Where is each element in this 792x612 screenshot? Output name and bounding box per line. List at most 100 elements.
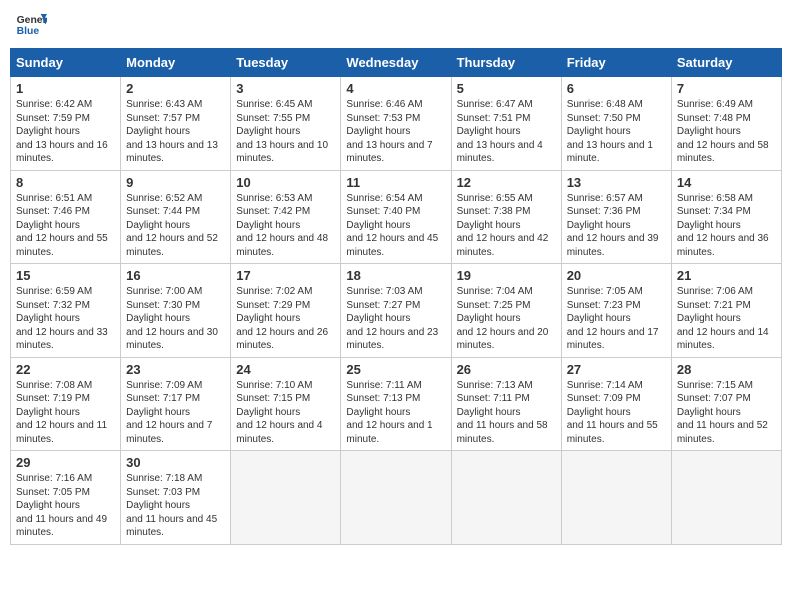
cell-info: Sunrise: 6:55 AMSunset: 7:38 PMDaylight … (457, 193, 549, 258)
col-header-friday: Friday (561, 49, 671, 77)
day-number: 15 (16, 268, 115, 283)
cell-info: Sunrise: 6:47 AMSunset: 7:51 PMDaylight … (457, 99, 543, 164)
day-number: 30 (126, 455, 225, 470)
cell-info: Sunrise: 7:15 AMSunset: 7:07 PMDaylight … (677, 380, 768, 445)
cell-info: Sunrise: 6:58 AMSunset: 7:34 PMDaylight … (677, 193, 769, 258)
cell-info: Sunrise: 7:14 AMSunset: 7:09 PMDaylight … (567, 380, 658, 445)
day-number: 29 (16, 455, 115, 470)
cell-info: Sunrise: 6:54 AMSunset: 7:40 PMDaylight … (346, 193, 438, 258)
cell-info: Sunrise: 6:57 AMSunset: 7:36 PMDaylight … (567, 193, 659, 258)
day-number: 25 (346, 362, 445, 377)
day-number: 13 (567, 175, 666, 190)
cell-info: Sunrise: 6:45 AMSunset: 7:55 PMDaylight … (236, 99, 328, 164)
cell-info: Sunrise: 7:03 AMSunset: 7:27 PMDaylight … (346, 286, 438, 351)
calendar-header-row: SundayMondayTuesdayWednesdayThursdayFrid… (11, 49, 782, 77)
cell-info: Sunrise: 6:53 AMSunset: 7:42 PMDaylight … (236, 193, 328, 258)
col-header-sunday: Sunday (11, 49, 121, 77)
calendar-body: 1 Sunrise: 6:42 AMSunset: 7:59 PMDaylight… (11, 77, 782, 545)
cell-info: Sunrise: 7:09 AMSunset: 7:17 PMDaylight … (126, 380, 212, 445)
day-number: 11 (346, 175, 445, 190)
cell-info: Sunrise: 7:11 AMSunset: 7:13 PMDaylight … (346, 380, 432, 445)
calendar-cell: 20Sunrise: 7:05 AMSunset: 7:23 PMDayligh… (561, 264, 671, 358)
calendar-cell: 18 Sunrise: 7:03 AMSunset: 7:27 PMDayligh… (341, 264, 451, 358)
day-number: 4 (346, 81, 445, 96)
calendar-cell: 27 Sunrise: 7:14 AMSunset: 7:09 PMDayligh… (561, 357, 671, 451)
logo: General Blue (15, 10, 47, 38)
cell-info: Sunrise: 7:13 AMSunset: 7:11 PMDaylight … (457, 380, 548, 445)
calendar-cell: 28 Sunrise: 7:15 AMSunset: 7:07 PMDayligh… (671, 357, 781, 451)
calendar-cell: 4 Sunrise: 6:46 AMSunset: 7:53 PMDaylight… (341, 77, 451, 171)
day-number: 23 (126, 362, 225, 377)
cell-info: Sunrise: 7:02 AMSunset: 7:29 PMDaylight … (236, 286, 328, 351)
col-header-wednesday: Wednesday (341, 49, 451, 77)
logo-icon: General Blue (15, 10, 47, 38)
cell-info: Sunrise: 6:51 AMSunset: 7:46 PMDaylight … (16, 193, 108, 258)
calendar-cell: 5 Sunrise: 6:47 AMSunset: 7:51 PMDaylight… (451, 77, 561, 171)
day-number: 5 (457, 81, 556, 96)
calendar-cell: 21 Sunrise: 7:06 AMSunset: 7:21 PMDayligh… (671, 264, 781, 358)
cell-info: Sunrise: 6:42 AMSunset: 7:59 PMDaylight … (16, 99, 108, 164)
calendar-cell: 10 Sunrise: 6:53 AMSunset: 7:42 PMDayligh… (231, 170, 341, 264)
calendar-cell: 29Sunrise: 7:16 AMSunset: 7:05 PMDayligh… (11, 451, 121, 545)
cell-info: Sunrise: 6:49 AMSunset: 7:48 PMDaylight … (677, 99, 769, 164)
cell-info: Sunrise: 6:48 AMSunset: 7:50 PMDaylight … (567, 99, 653, 164)
day-number: 18 (346, 268, 445, 283)
cell-info: Sunrise: 7:18 AMSunset: 7:03 PMDaylight … (126, 473, 217, 538)
day-number: 17 (236, 268, 335, 283)
calendar-cell (341, 451, 451, 545)
cell-info: Sunrise: 7:10 AMSunset: 7:15 PMDaylight … (236, 380, 322, 445)
calendar-table: SundayMondayTuesdayWednesdayThursdayFrid… (10, 48, 782, 545)
day-number: 10 (236, 175, 335, 190)
day-number: 8 (16, 175, 115, 190)
calendar-cell (451, 451, 561, 545)
calendar-cell (231, 451, 341, 545)
calendar-cell: 25 Sunrise: 7:11 AMSunset: 7:13 PMDayligh… (341, 357, 451, 451)
calendar-cell: 17 Sunrise: 7:02 AMSunset: 7:29 PMDayligh… (231, 264, 341, 358)
day-number: 1 (16, 81, 115, 96)
day-number: 2 (126, 81, 225, 96)
calendar-cell: 12 Sunrise: 6:55 AMSunset: 7:38 PMDayligh… (451, 170, 561, 264)
calendar-cell: 9 Sunrise: 6:52 AMSunset: 7:44 PMDaylight… (121, 170, 231, 264)
cell-info: Sunrise: 6:43 AMSunset: 7:57 PMDaylight … (126, 99, 218, 164)
cell-info: Sunrise: 7:06 AMSunset: 7:21 PMDaylight … (677, 286, 769, 351)
calendar-week-row: 29Sunrise: 7:16 AMSunset: 7:05 PMDayligh… (11, 451, 782, 545)
calendar-cell: 3 Sunrise: 6:45 AMSunset: 7:55 PMDaylight… (231, 77, 341, 171)
calendar-week-row: 8 Sunrise: 6:51 AMSunset: 7:46 PMDaylight… (11, 170, 782, 264)
day-number: 26 (457, 362, 556, 377)
calendar-cell: 22 Sunrise: 7:08 AMSunset: 7:19 PMDayligh… (11, 357, 121, 451)
calendar-cell: 11 Sunrise: 6:54 AMSunset: 7:40 PMDayligh… (341, 170, 451, 264)
calendar-cell: 24 Sunrise: 7:10 AMSunset: 7:15 PMDayligh… (231, 357, 341, 451)
calendar-cell: 19Sunrise: 7:04 AMSunset: 7:25 PMDayligh… (451, 264, 561, 358)
col-header-monday: Monday (121, 49, 231, 77)
calendar-cell: 7 Sunrise: 6:49 AMSunset: 7:48 PMDaylight… (671, 77, 781, 171)
calendar-cell: 13 Sunrise: 6:57 AMSunset: 7:36 PMDayligh… (561, 170, 671, 264)
col-header-saturday: Saturday (671, 49, 781, 77)
day-number: 22 (16, 362, 115, 377)
day-number: 9 (126, 175, 225, 190)
day-number: 21 (677, 268, 776, 283)
calendar-cell: 14Sunrise: 6:58 AMSunset: 7:34 PMDayligh… (671, 170, 781, 264)
cell-info: Sunrise: 6:46 AMSunset: 7:53 PMDaylight … (346, 99, 432, 164)
cell-info: Sunrise: 6:59 AMSunset: 7:32 PMDaylight … (16, 286, 108, 351)
day-number: 27 (567, 362, 666, 377)
svg-text:Blue: Blue (17, 26, 40, 37)
page-header: General Blue (10, 10, 782, 38)
calendar-cell: 16 Sunrise: 7:00 AMSunset: 7:30 PMDayligh… (121, 264, 231, 358)
calendar-week-row: 22 Sunrise: 7:08 AMSunset: 7:19 PMDayligh… (11, 357, 782, 451)
col-header-thursday: Thursday (451, 49, 561, 77)
day-number: 24 (236, 362, 335, 377)
cell-info: Sunrise: 7:05 AMSunset: 7:23 PMDaylight … (567, 286, 659, 351)
day-number: 28 (677, 362, 776, 377)
cell-info: Sunrise: 7:00 AMSunset: 7:30 PMDaylight … (126, 286, 218, 351)
calendar-cell (561, 451, 671, 545)
calendar-cell: 15 Sunrise: 6:59 AMSunset: 7:32 PMDayligh… (11, 264, 121, 358)
calendar-cell: 23 Sunrise: 7:09 AMSunset: 7:17 PMDayligh… (121, 357, 231, 451)
calendar-cell: 26 Sunrise: 7:13 AMSunset: 7:11 PMDayligh… (451, 357, 561, 451)
cell-info: Sunrise: 6:52 AMSunset: 7:44 PMDaylight … (126, 193, 218, 258)
day-number: 7 (677, 81, 776, 96)
cell-info: Sunrise: 7:08 AMSunset: 7:19 PMDaylight … (16, 380, 107, 445)
calendar-cell: 6Sunrise: 6:48 AMSunset: 7:50 PMDaylight… (561, 77, 671, 171)
day-number: 16 (126, 268, 225, 283)
day-number: 3 (236, 81, 335, 96)
day-number: 12 (457, 175, 556, 190)
